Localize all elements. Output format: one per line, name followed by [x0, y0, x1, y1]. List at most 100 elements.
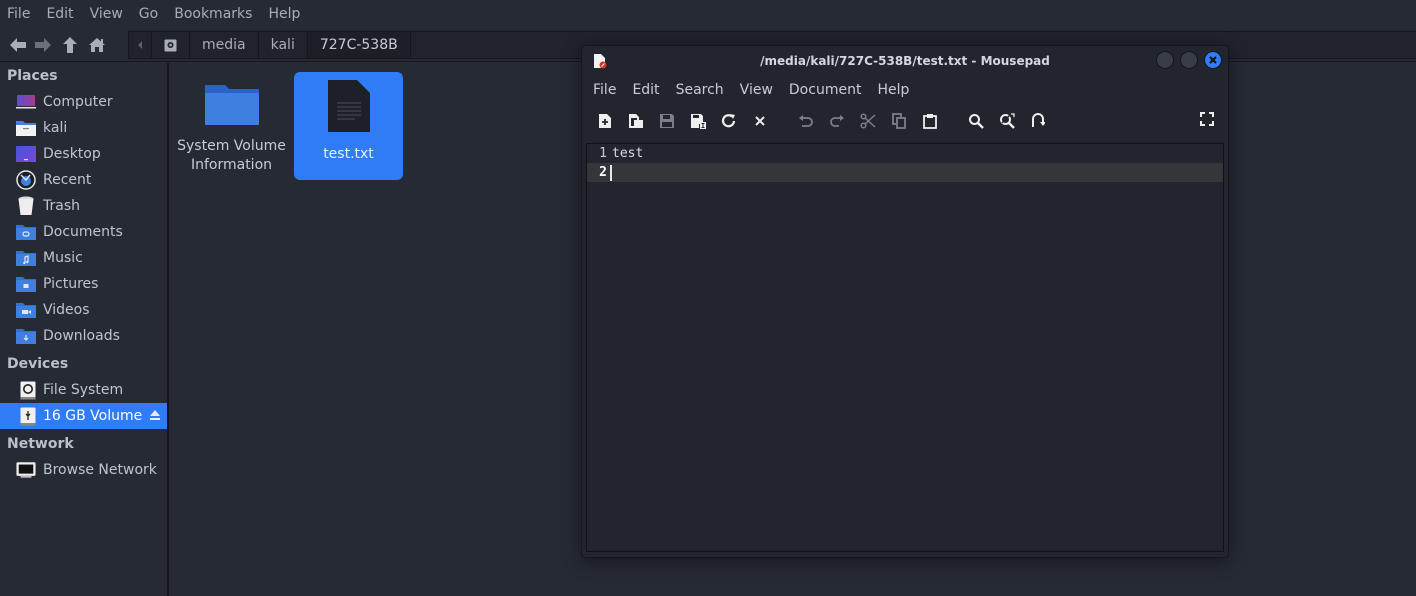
path-segment-media[interactable]: media — [190, 32, 259, 58]
eject-icon[interactable] — [149, 409, 161, 425]
path-root-button[interactable] — [152, 32, 190, 58]
sidebar-item-recent[interactable]: Recent — [0, 167, 167, 193]
sidebar-item-label: Desktop — [43, 146, 101, 162]
usb-drive-icon — [20, 407, 36, 425]
reload-icon[interactable] — [719, 111, 739, 131]
recent-icon — [16, 170, 36, 190]
sidebar-item-label: Browse Network — [43, 462, 157, 478]
videos-folder-icon — [16, 301, 36, 319]
sidebar-item-pictures[interactable]: Pictures — [0, 271, 167, 297]
editor-line-current: 2 — [587, 163, 1223, 182]
pictures-folder-icon — [16, 275, 36, 293]
sidebar-item-file-system[interactable]: File System — [0, 377, 167, 403]
go-to-line-icon[interactable] — [1028, 111, 1048, 131]
downloads-folder-icon — [16, 327, 36, 345]
save-as-icon[interactable] — [688, 111, 708, 131]
path-scroll-left-button[interactable] — [129, 32, 152, 58]
paste-icon[interactable] — [920, 111, 940, 131]
desktop-icon — [16, 145, 36, 163]
sidebar-item-kali[interactable]: kali — [0, 115, 167, 141]
mp-menu-edit[interactable]: Edit — [632, 82, 659, 98]
fullscreen-icon[interactable] — [1200, 111, 1214, 130]
sidebar-item-label: File System — [43, 382, 124, 398]
folder-icon — [203, 83, 261, 131]
sidebar-item-desktop[interactable]: Desktop — [0, 141, 167, 167]
home-icon[interactable] — [87, 35, 107, 55]
new-window-icon[interactable] — [626, 111, 646, 131]
sidebar-item-label: kali — [43, 120, 68, 136]
sidebar-section-network: Network — [7, 436, 74, 452]
menu-bookmarks[interactable]: Bookmarks — [174, 6, 252, 22]
redo-icon[interactable] — [827, 111, 847, 131]
line-text: test — [612, 146, 644, 161]
menu-edit[interactable]: Edit — [46, 6, 73, 22]
sidebar-item-label: Recent — [43, 172, 92, 188]
sidebar-item-downloads[interactable]: Downloads — [0, 323, 167, 349]
text-file-icon — [327, 79, 371, 137]
mousepad-titlebar[interactable]: /media/kali/727C-538B/test.txt - Mousepa… — [582, 46, 1228, 76]
window-title: /media/kali/727C-538B/test.txt - Mousepa… — [760, 54, 1050, 68]
path-segment-current[interactable]: 727C-538B — [307, 32, 411, 58]
forward-icon[interactable] — [33, 35, 53, 55]
path-segment-kali[interactable]: kali — [259, 32, 308, 58]
sidebar-item-label: Trash — [43, 198, 80, 214]
mp-menu-view[interactable]: View — [740, 82, 773, 98]
find-icon[interactable] — [966, 111, 986, 131]
sidebar-section-devices: Devices — [7, 356, 69, 372]
minimize-button[interactable] — [1156, 51, 1174, 69]
window-controls — [1150, 51, 1222, 69]
sidebar-item-label: 16 GB Volume — [43, 408, 143, 424]
close-document-icon[interactable] — [750, 111, 770, 131]
documents-folder-icon — [16, 223, 36, 241]
sidebar-item-label: Downloads — [43, 328, 120, 344]
mousepad-window: /media/kali/727C-538B/test.txt - Mousepa… — [581, 45, 1229, 558]
back-icon[interactable] — [8, 35, 28, 55]
sidebar-item-browse-network[interactable]: Browse Network — [0, 457, 167, 483]
copy-icon[interactable] — [889, 111, 909, 131]
new-document-icon[interactable] — [595, 111, 615, 131]
text-editor[interactable]: 1 test 2 — [586, 143, 1224, 552]
sidebar-item-documents[interactable]: Documents — [0, 219, 167, 245]
trash-icon — [16, 196, 36, 215]
menu-go[interactable]: Go — [139, 6, 158, 22]
line-number: 1 — [599, 146, 607, 161]
sidebar: Places Computer kali Desktop Recent Tras… — [0, 63, 169, 596]
sidebar-item-label: Music — [43, 250, 83, 266]
find-replace-icon[interactable] — [997, 111, 1017, 131]
mp-menu-file[interactable]: File — [593, 82, 616, 98]
save-icon[interactable] — [657, 111, 677, 131]
up-icon[interactable] — [60, 35, 80, 55]
computer-icon — [16, 93, 36, 111]
text-cursor — [610, 165, 612, 181]
network-icon — [16, 461, 36, 479]
file-name: test.txt — [323, 146, 374, 162]
sidebar-item-label: Documents — [43, 224, 123, 240]
mp-menu-search[interactable]: Search — [676, 82, 724, 98]
editor-line: 1 test — [587, 144, 1223, 163]
file-item-system-volume-information[interactable]: System Volume Information — [177, 72, 286, 180]
close-icon — [1209, 56, 1217, 64]
sidebar-item-label: Pictures — [43, 276, 99, 292]
close-button[interactable] — [1204, 51, 1222, 69]
sidebar-item-trash[interactable]: Trash — [0, 193, 167, 219]
music-folder-icon — [16, 249, 36, 267]
line-number: 2 — [599, 165, 607, 180]
maximize-button[interactable] — [1180, 51, 1198, 69]
home-folder-icon — [16, 119, 36, 137]
mp-menu-document[interactable]: Document — [789, 82, 862, 98]
sidebar-item-videos[interactable]: Videos — [0, 297, 167, 323]
undo-icon[interactable] — [796, 111, 816, 131]
cut-icon[interactable] — [858, 111, 878, 131]
menu-file[interactable]: File — [7, 6, 30, 22]
drive-icon — [164, 39, 177, 51]
menu-view[interactable]: View — [90, 6, 123, 22]
mp-menu-help[interactable]: Help — [877, 82, 909, 98]
sidebar-item-label: Videos — [43, 302, 90, 318]
drive-icon — [20, 381, 36, 399]
mousepad-menubar: File Edit Search View Document Help — [582, 76, 1228, 104]
menu-help[interactable]: Help — [268, 6, 300, 22]
sidebar-item-computer[interactable]: Computer — [0, 89, 167, 115]
sidebar-item-16gb-volume[interactable]: 16 GB Volume — [0, 403, 167, 429]
file-item-test-txt[interactable]: test.txt — [294, 72, 403, 180]
sidebar-item-music[interactable]: Music — [0, 245, 167, 271]
